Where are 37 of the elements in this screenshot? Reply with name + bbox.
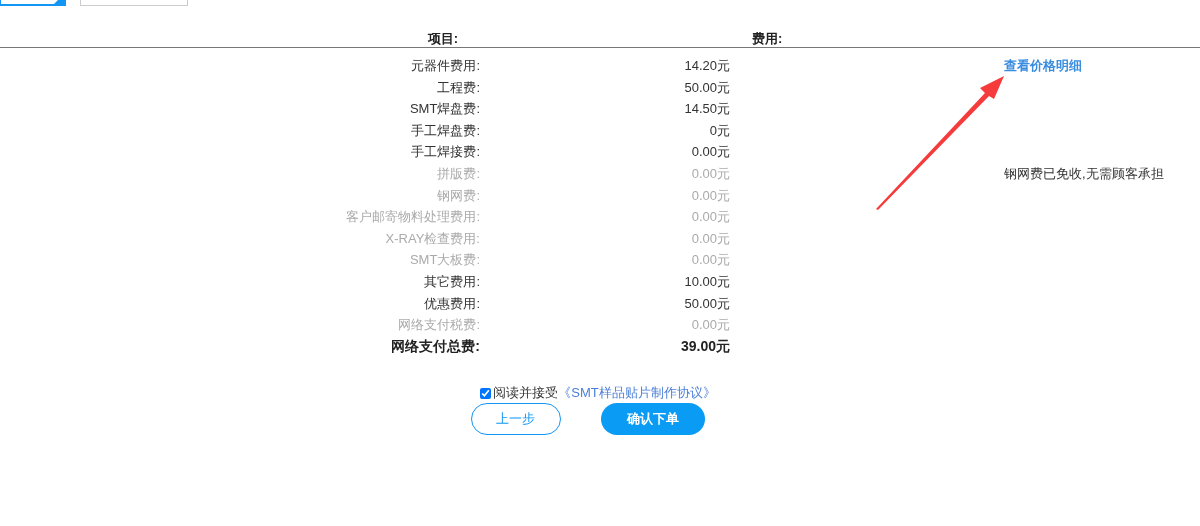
fee-label: 客户邮寄物料处理费用: <box>345 208 480 227</box>
price-detail-link[interactable]: 查看价格明细 <box>1004 58 1082 73</box>
fee-value: 50.00元 <box>683 78 730 97</box>
fee-label: 工程费: <box>436 78 480 97</box>
fee-value: 0.00元 <box>690 208 730 227</box>
fee-label: 其它费用: <box>423 272 480 291</box>
fee-label: 手工焊接费: <box>410 143 480 162</box>
fee-note: 钢网费已免收,无需顾客承担 <box>1004 164 1165 183</box>
fee-label: 元器件费用: <box>410 57 480 75</box>
fee-label: SMT焊盘费: <box>408 100 480 119</box>
fee-label: 手工焊盘费: <box>410 121 480 140</box>
fee-label: 钢网费: <box>436 186 480 205</box>
fee-label: 拼版费: <box>436 164 480 183</box>
fee-value: 10.00元 <box>683 272 730 291</box>
fee-label: 优惠费用: <box>423 294 480 313</box>
fee-label: X-RAY检查费用: <box>384 229 480 248</box>
fee-value: 14.20元 <box>683 57 730 75</box>
fee-value: 0.00元 <box>690 164 730 183</box>
agreement-link[interactable]: 《SMT样品贴片制作协议》 <box>558 384 716 403</box>
fee-value: 0.00元 <box>690 186 730 205</box>
fee-label: SMT大板费: <box>408 251 480 270</box>
agree-checkbox[interactable] <box>480 387 492 399</box>
fee-value: 39.00元 <box>679 336 730 356</box>
agree-text: 阅读并接受 <box>493 384 559 403</box>
back-button[interactable]: 上一步 <box>470 403 561 436</box>
fee-value: 0.00元 <box>690 143 730 162</box>
fee-value: 0元 <box>708 121 730 140</box>
fee-value: 0.00元 <box>690 251 730 270</box>
fee-label: 网络支付总费: <box>390 336 480 356</box>
fee-value: 50.00元 <box>683 294 730 313</box>
fee-label: 网络支付税费: <box>397 316 480 335</box>
column-header: 项目: <box>426 32 458 47</box>
fee-value: 0.00元 <box>690 316 730 335</box>
confirm-order-button[interactable]: 确认下单 <box>600 403 705 436</box>
column-header: 费用: <box>752 32 784 47</box>
fee-value: 0.00元 <box>690 229 730 248</box>
fee-value: 14.50元 <box>683 100 730 119</box>
